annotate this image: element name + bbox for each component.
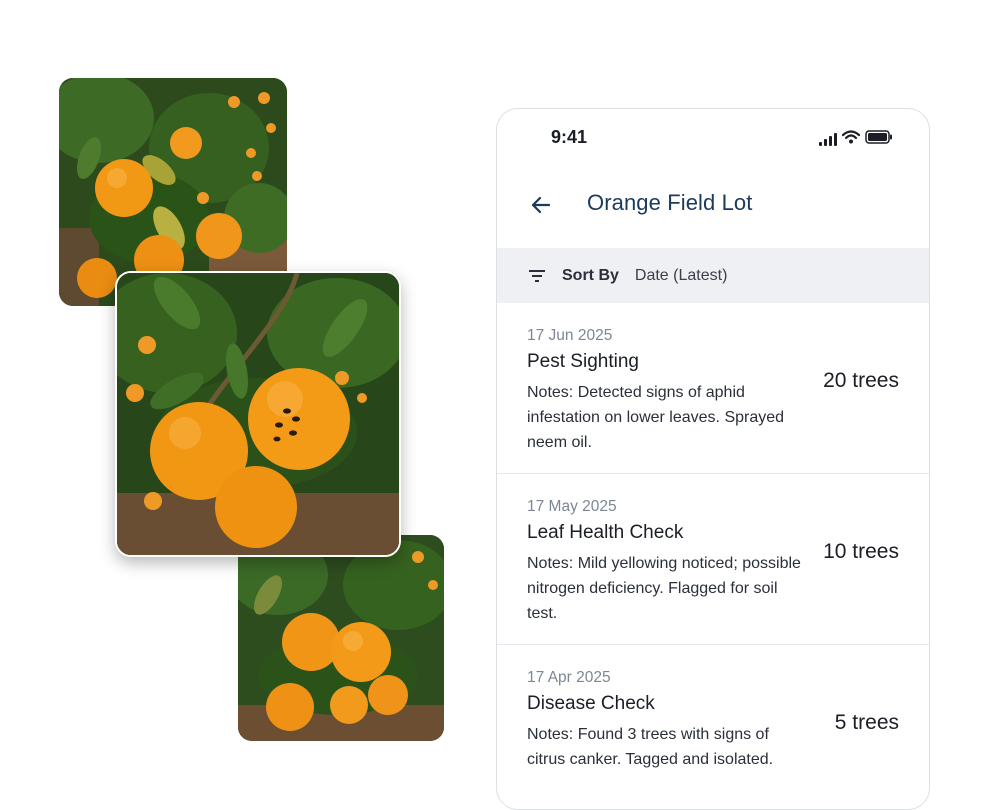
entry-notes: Notes: Detected signs of aphid infestati… xyxy=(527,384,785,451)
list-item[interactable]: 17 Jun 2025 Pest Sighting Notes: Detecte… xyxy=(497,303,929,474)
entry-date: 17 Jun 2025 xyxy=(527,327,613,344)
filter-icon xyxy=(529,269,545,282)
battery-icon xyxy=(865,130,893,149)
entry-notes: Notes: Found 3 trees with signs of citru… xyxy=(527,726,774,768)
entry-title: Pest Sighting xyxy=(527,351,639,372)
list-item[interactable]: 17 May 2025 Leaf Health Check Notes: Mil… xyxy=(497,474,929,645)
list-item[interactable]: 17 Apr 2025 Disease Check Notes: Found 3… xyxy=(497,645,929,809)
app-header: Orange Field Lot xyxy=(497,179,929,229)
arrow-left-icon xyxy=(531,196,551,214)
entry-title: Disease Check xyxy=(527,693,655,714)
entry-tree-count: 10 trees xyxy=(823,540,899,563)
back-button[interactable] xyxy=(525,189,557,221)
entry-title: Leaf Health Check xyxy=(527,522,684,543)
entry-notes: Notes: Mild yellowing noticed; possible … xyxy=(527,555,801,622)
sort-by-value: Date (Latest) xyxy=(634,266,728,284)
sort-by-label: Sort By xyxy=(562,266,619,284)
orange-tree-photo-bottom xyxy=(238,535,444,741)
page-title: Orange Field Lot xyxy=(587,190,753,215)
signal-icon xyxy=(819,133,837,146)
status-bar: 9:41 xyxy=(497,109,929,165)
entry-date: 17 Apr 2025 xyxy=(527,669,611,686)
sort-by-control[interactable]: Sort By Date (Latest) xyxy=(497,248,929,303)
activity-list: 17 Jun 2025 Pest Sighting Notes: Detecte… xyxy=(497,303,929,809)
entry-tree-count: 5 trees xyxy=(834,711,899,734)
status-icons xyxy=(819,130,893,149)
entry-date: 17 May 2025 xyxy=(527,498,617,515)
orange-tree-photo-center xyxy=(115,271,401,557)
mobile-screen: 9:41 Orange Field Lot Sort By Date (Late… xyxy=(496,108,930,810)
wifi-icon xyxy=(841,130,861,149)
status-time: 9:41 xyxy=(551,127,588,147)
entry-tree-count: 20 trees xyxy=(823,369,899,392)
